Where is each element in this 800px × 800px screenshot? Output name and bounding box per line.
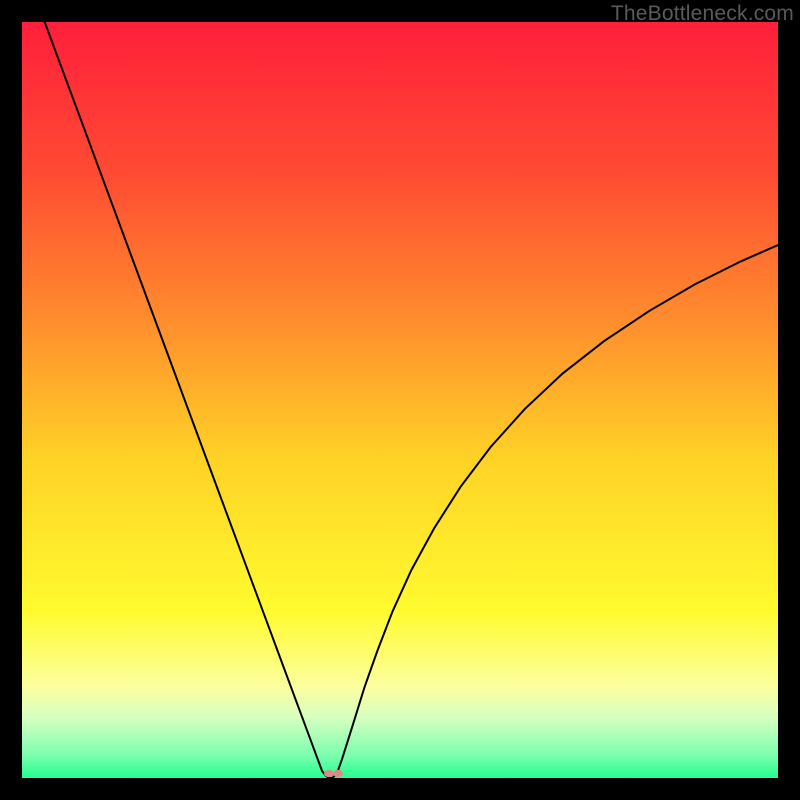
chart-frame <box>22 22 778 778</box>
watermark-text: TheBottleneck.com <box>611 2 794 26</box>
gradient-background <box>22 22 778 778</box>
chart-canvas <box>22 22 778 778</box>
min-point-b <box>333 770 343 777</box>
min-point-a <box>324 770 334 777</box>
